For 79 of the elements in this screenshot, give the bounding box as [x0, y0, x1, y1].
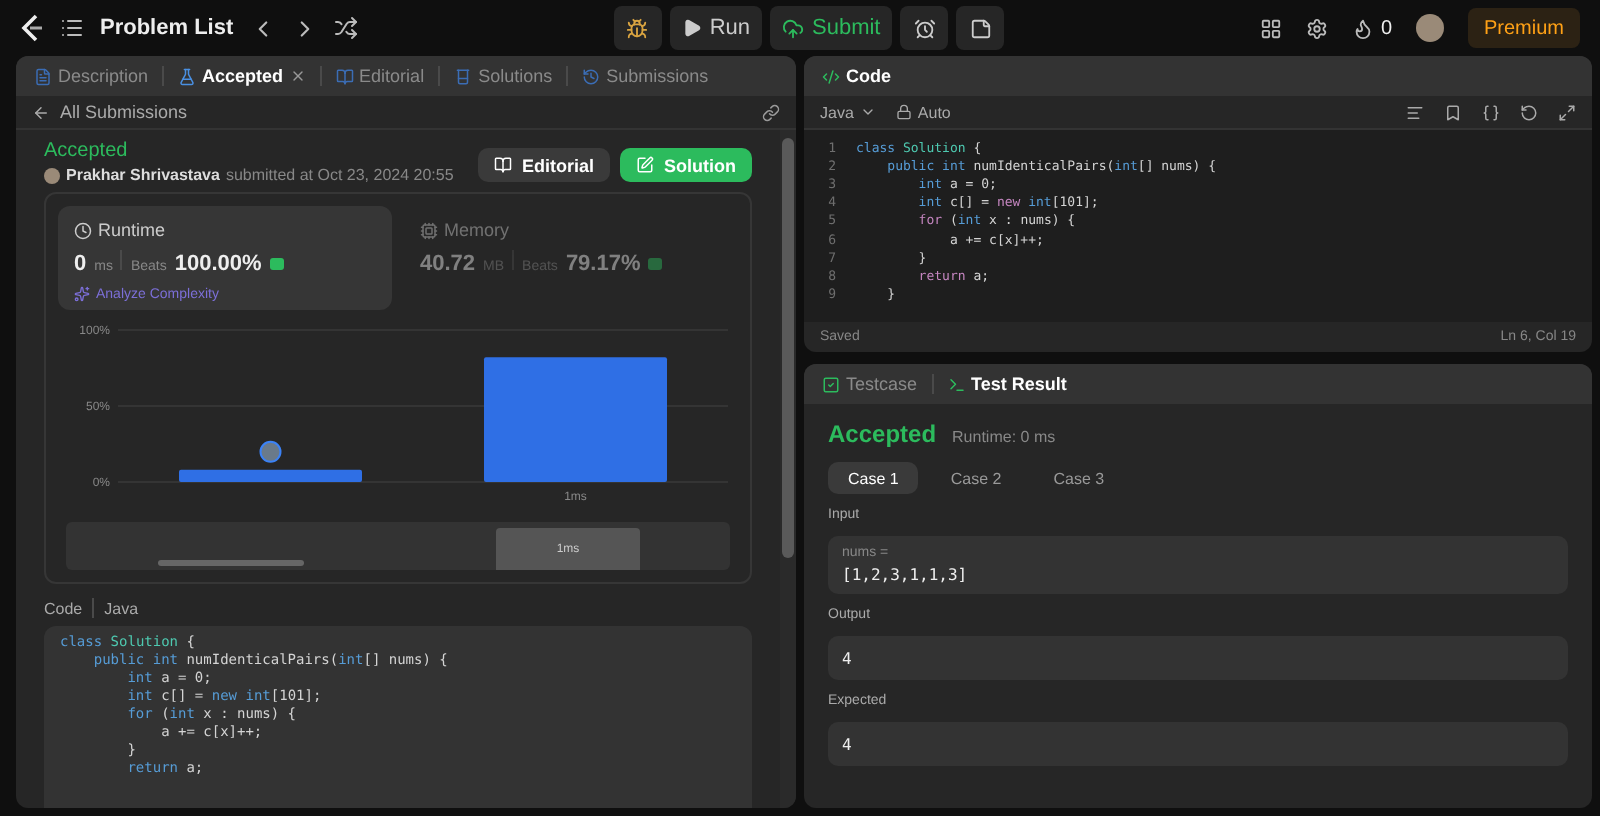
flame-icon[interactable] [1352, 17, 1375, 39]
author-avatar [44, 167, 60, 183]
bug-icon [626, 17, 649, 39]
note-button[interactable] [956, 6, 1005, 50]
edit-icon [636, 156, 654, 174]
code-icon [822, 67, 840, 85]
chevron-down-icon [859, 104, 876, 120]
beats-percent: 100.00% [174, 252, 262, 276]
premium-button[interactable]: Premium [1468, 8, 1581, 48]
submit-button[interactable]: Submit [770, 6, 893, 50]
submission-status: Accepted [44, 140, 130, 162]
scrollbar-thumb[interactable] [782, 138, 794, 558]
case-tab[interactable]: Case 3 [1033, 462, 1125, 494]
case-tab[interactable]: Case 2 [930, 462, 1022, 494]
all-submissions-link[interactable]: All Submissions [32, 102, 188, 122]
submission-time: submitted at Oct 23, 2024 20:55 [225, 166, 454, 184]
language-label: Java [104, 599, 139, 617]
panel-tab[interactable]: Editorial [329, 66, 431, 86]
output-value: 4 [842, 649, 854, 667]
stat-value: 0 [74, 252, 87, 276]
sparkle-badge-icon [648, 258, 663, 270]
avatar[interactable] [1416, 14, 1444, 42]
panel-tab[interactable]: Description [28, 66, 155, 86]
panel-tab[interactable]: Testcase [816, 374, 924, 394]
navigator-handle[interactable] [158, 560, 304, 566]
result-status: Accepted [828, 420, 937, 448]
note-icon [969, 17, 992, 39]
avatar-marker [259, 440, 282, 463]
tab-icon [34, 67, 52, 85]
grid-icon[interactable] [1260, 17, 1283, 39]
editorial-button[interactable]: Editorial [477, 148, 610, 182]
stat-title: Runtime [98, 220, 166, 240]
run-button[interactable]: Run [669, 6, 762, 50]
tab-icon [178, 67, 197, 85]
tab-icon [335, 67, 354, 85]
stat-value: 40.72 [420, 252, 476, 276]
bookmark-icon[interactable] [1444, 103, 1462, 121]
beats-percent: 79.17% [565, 252, 641, 276]
case-tab[interactable]: Case 1 [828, 462, 919, 494]
expected-value: 4 [842, 735, 854, 753]
tab-icon [582, 67, 601, 85]
auto-mode-toggle[interactable]: Auto [895, 103, 951, 121]
settings-icon[interactable] [1306, 17, 1329, 39]
checkbox-icon [822, 375, 840, 393]
link-icon[interactable] [762, 103, 780, 121]
language-dropdown[interactable]: Java [820, 103, 876, 121]
code-label: Code [44, 599, 83, 617]
debug-button[interactable] [613, 6, 662, 50]
problem-list-link[interactable]: Problem List [100, 16, 234, 40]
panel-tab[interactable]: Accepted [172, 66, 312, 86]
lock-icon [895, 104, 912, 120]
alarm-clock-button[interactable] [900, 6, 949, 50]
close-icon[interactable] [289, 68, 306, 84]
cloud-upload-icon [782, 17, 804, 39]
panel-tab[interactable]: Solutions [448, 66, 559, 86]
input-value: [1,2,3,1,1,3] [842, 566, 970, 584]
stat-title: Memory [444, 220, 510, 240]
alarm-clock-icon [913, 17, 936, 39]
tab-icon [454, 67, 473, 85]
author-name[interactable]: Prakhar Shrivastava [66, 166, 220, 184]
terminal-icon [947, 375, 966, 393]
book-icon [493, 156, 512, 174]
sparkle-badge-icon [269, 258, 284, 270]
streak-count: 0 [1380, 17, 1392, 39]
panel-tab[interactable]: Test Result [941, 374, 1073, 394]
braces-icon[interactable] [1482, 103, 1500, 121]
format-icon[interactable] [1406, 103, 1424, 121]
reset-icon[interactable] [1520, 103, 1538, 121]
shuffle-icon[interactable] [333, 16, 358, 40]
runtime-text: Runtime: 0 ms [952, 428, 1056, 446]
clock-icon [74, 221, 92, 239]
logo-icon[interactable] [20, 14, 44, 42]
back-arrow-icon [32, 103, 50, 121]
play-icon [681, 18, 702, 38]
chip-icon [420, 221, 438, 239]
expand-icon[interactable] [1558, 103, 1576, 121]
code-tab[interactable]: Code [816, 66, 897, 86]
sparkles-icon [74, 286, 90, 302]
panel-tab[interactable]: Submissions [576, 66, 715, 86]
